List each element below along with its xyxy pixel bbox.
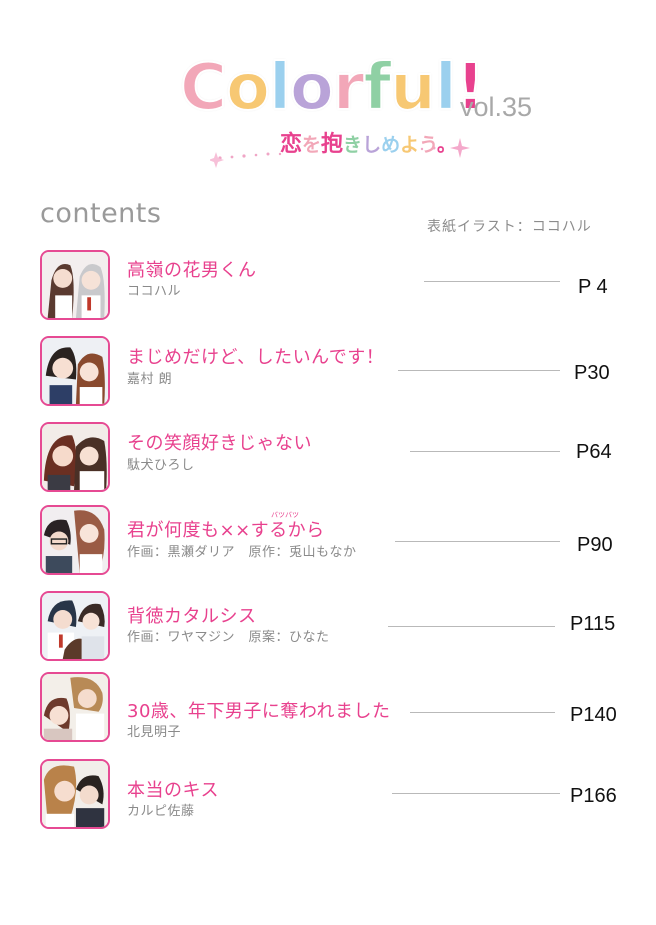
page-number: P30 xyxy=(574,362,610,384)
page-number: P140 xyxy=(570,704,617,726)
story-author: カルピ佐藤 xyxy=(127,804,195,819)
story-author: 作画：黒瀬ダリア 原作：兎山もなか xyxy=(127,545,357,560)
logo-letter: C xyxy=(179,50,228,126)
story-title: まじめだけど、したいんです！ xyxy=(127,347,385,368)
page-number: P 4 xyxy=(578,276,608,298)
tagline-character: し xyxy=(362,134,382,156)
tagline-character: 抱 xyxy=(321,132,344,157)
leader-line xyxy=(398,370,560,371)
logo-letter: l xyxy=(268,50,292,126)
story-author: 駄犬ひろし xyxy=(127,458,195,473)
logo-letter: u xyxy=(389,50,437,126)
story-thumbnail xyxy=(40,422,110,492)
story-thumbnail xyxy=(40,672,110,742)
tagline-character: め xyxy=(381,134,401,156)
story-thumbnail xyxy=(40,336,110,406)
story-title: 高嶺の花男くん xyxy=(127,260,257,281)
story-author: 嘉村 朗 xyxy=(127,372,173,387)
leader-line xyxy=(395,541,560,542)
logo-tagline: 恋を抱きしめよう。 xyxy=(280,126,456,158)
story-title: 背徳カタルシス xyxy=(127,606,257,627)
leader-line xyxy=(388,626,555,627)
story-thumbnail xyxy=(40,759,110,829)
tagline-character: き xyxy=(343,134,363,156)
logo-letter: l xyxy=(434,50,458,126)
tagline-character: 恋 xyxy=(280,132,303,157)
story-author: 作画：ワヤマジン 原案：ひなた xyxy=(127,630,330,645)
story-author: ココハル xyxy=(127,284,182,299)
story-thumbnail xyxy=(40,250,110,320)
tagline-character: を xyxy=(302,134,322,156)
leader-line xyxy=(424,281,560,282)
volume-number: vol.35 xyxy=(460,92,533,122)
story-thumbnail xyxy=(40,505,110,575)
story-author: 北見明子 xyxy=(127,725,182,740)
story-title: 30歳、年下男子に奪われました xyxy=(127,701,391,722)
contents-heading: contents xyxy=(40,198,162,229)
logo-letter: o xyxy=(289,50,335,126)
story-title: 君が何度も××するから xyxy=(127,520,325,541)
page-number: P166 xyxy=(570,785,617,807)
page-number: P64 xyxy=(576,441,612,463)
magazine-logo: Colorful! vol.35 恋を抱きしめよう。 xyxy=(179,48,540,178)
logo-letter: r xyxy=(332,50,366,126)
tagline-character: 。 xyxy=(436,134,456,156)
logo-wordmark: Colorful! xyxy=(179,48,486,128)
page-number: P90 xyxy=(577,534,613,556)
leader-line xyxy=(410,451,560,452)
story-thumbnail xyxy=(40,591,110,661)
leader-line xyxy=(392,793,560,794)
page-number: P115 xyxy=(570,613,616,635)
story-title: その笑顔好きじゃない xyxy=(127,433,312,454)
tagline-character: う xyxy=(419,134,437,156)
tagline-character: よ xyxy=(400,134,420,156)
logo-letter: o xyxy=(225,50,271,126)
story-title: 本当のキス xyxy=(127,780,219,801)
leader-line xyxy=(410,712,555,713)
cover-illustration-credit: 表紙イラスト：ココハル xyxy=(427,219,592,235)
logo-letter: f xyxy=(362,50,392,126)
